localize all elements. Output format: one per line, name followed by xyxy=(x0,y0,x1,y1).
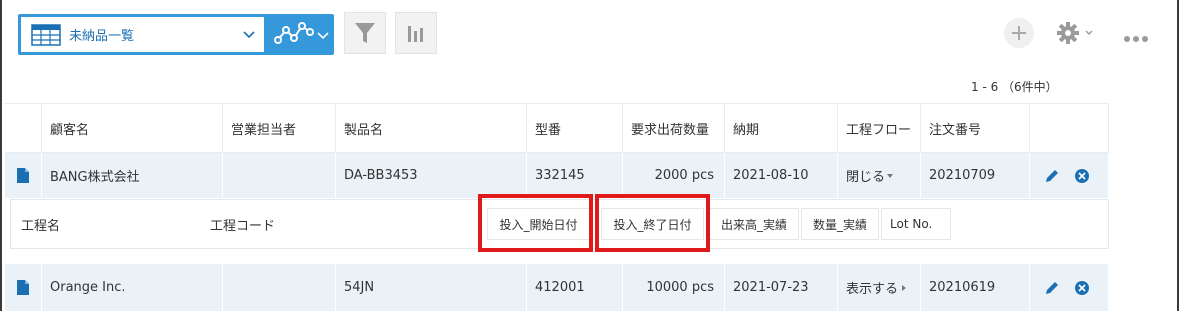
column-header[interactable]: 工程フロー xyxy=(838,104,921,152)
cell-order-number: 20210619 xyxy=(921,264,1030,311)
flow-toggle[interactable]: 表示する xyxy=(838,264,921,311)
subtable-column-header: 出来高_実績 xyxy=(709,208,799,240)
row-actions xyxy=(1030,153,1109,198)
cell-due-date: 2021-08-10 xyxy=(725,153,838,198)
table-row[interactable]: BANG株式会社 DA-BB3453 332145 2000 pcs 2021-… xyxy=(5,153,1109,198)
more-options-button[interactable] xyxy=(1123,28,1149,47)
cell-quantity: 2000 pcs xyxy=(623,153,725,198)
cell-model: 332145 xyxy=(527,153,623,198)
filter-icon xyxy=(355,23,375,43)
caret-down-icon xyxy=(887,173,894,178)
bar-chart-icon xyxy=(408,26,423,42)
column-header[interactable]: 製品名 xyxy=(336,104,527,152)
cell-customer: Orange Inc. xyxy=(42,264,223,311)
document-icon xyxy=(17,280,29,295)
chevron-down-icon xyxy=(243,31,255,39)
subtable-column-header: 工程名 xyxy=(21,218,61,234)
view-dropdown[interactable]: 未納品一覧 xyxy=(21,17,264,52)
cell-model: 412001 xyxy=(527,264,623,311)
gear-icon xyxy=(1057,22,1093,44)
view-selector[interactable]: 未納品一覧 xyxy=(18,14,334,55)
record-detail-link[interactable] xyxy=(5,153,42,198)
graph-view-button[interactable] xyxy=(268,14,334,55)
caret-right-icon xyxy=(902,284,907,291)
cell-sales-rep xyxy=(223,264,336,311)
column-header[interactable]: 顧客名 xyxy=(42,104,223,152)
settings-button[interactable] xyxy=(1057,22,1093,48)
table-view-icon xyxy=(31,23,61,46)
highlight-box xyxy=(595,194,710,252)
column-header[interactable]: 納期 xyxy=(725,104,838,152)
view-name: 未納品一覧 xyxy=(69,29,135,44)
line-graph-icon xyxy=(274,22,314,44)
plus-icon xyxy=(1012,26,1026,40)
flow-toggle[interactable]: 閉じる xyxy=(838,153,921,198)
subtable-column-header: 工程コード xyxy=(210,218,276,234)
header-actions-spacer xyxy=(1030,104,1109,152)
pencil-icon[interactable] xyxy=(1044,168,1060,184)
cell-product: DA-BB3453 xyxy=(336,153,527,198)
table-row[interactable]: Orange Inc. 54JN 412001 10000 pcs 2021-0… xyxy=(5,264,1109,311)
column-header[interactable]: 型番 xyxy=(527,104,623,152)
subtable-column-header: 数量_実績 xyxy=(801,208,879,240)
delete-icon[interactable] xyxy=(1074,280,1090,296)
chart-button[interactable] xyxy=(395,12,437,54)
cell-sales-rep xyxy=(223,153,336,198)
row-actions xyxy=(1030,264,1109,311)
document-icon xyxy=(17,168,29,183)
chevron-down-icon xyxy=(317,32,329,40)
more-icon xyxy=(1124,36,1148,42)
column-header[interactable]: 注文番号 xyxy=(921,104,1030,152)
record-detail-link[interactable] xyxy=(5,264,42,311)
cell-customer: BANG株式会社 xyxy=(42,153,223,198)
delete-icon[interactable] xyxy=(1074,168,1090,184)
table-header-row: 顧客名 営業担当者 製品名 型番 要求出荷数量 納期 工程フロー 注文番号 xyxy=(5,103,1109,153)
column-header[interactable]: 営業担当者 xyxy=(223,104,336,152)
column-header[interactable]: 要求出荷数量 xyxy=(623,104,725,152)
pencil-icon[interactable] xyxy=(1044,280,1060,296)
cell-due-date: 2021-07-23 xyxy=(725,264,838,311)
highlight-box xyxy=(478,194,593,252)
cell-order-number: 20210709 xyxy=(921,153,1030,198)
header-spacer xyxy=(5,104,42,152)
add-record-button[interactable] xyxy=(1004,18,1034,48)
filter-button[interactable] xyxy=(344,12,386,54)
subtable-column-header: Lot No. xyxy=(881,208,951,240)
cell-product: 54JN xyxy=(336,264,527,311)
pagination-info: 1 - 6 （6件中） xyxy=(971,80,1058,94)
cell-quantity: 10000 pcs xyxy=(623,264,725,311)
